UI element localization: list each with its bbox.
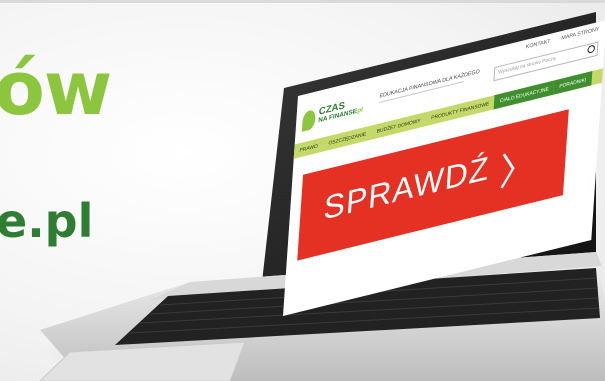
arrow-right-icon: 〉 [498, 144, 538, 195]
logo-suffix: .pl [355, 106, 364, 116]
search-icon[interactable] [587, 44, 596, 54]
logo-leaf-icon [301, 108, 316, 132]
